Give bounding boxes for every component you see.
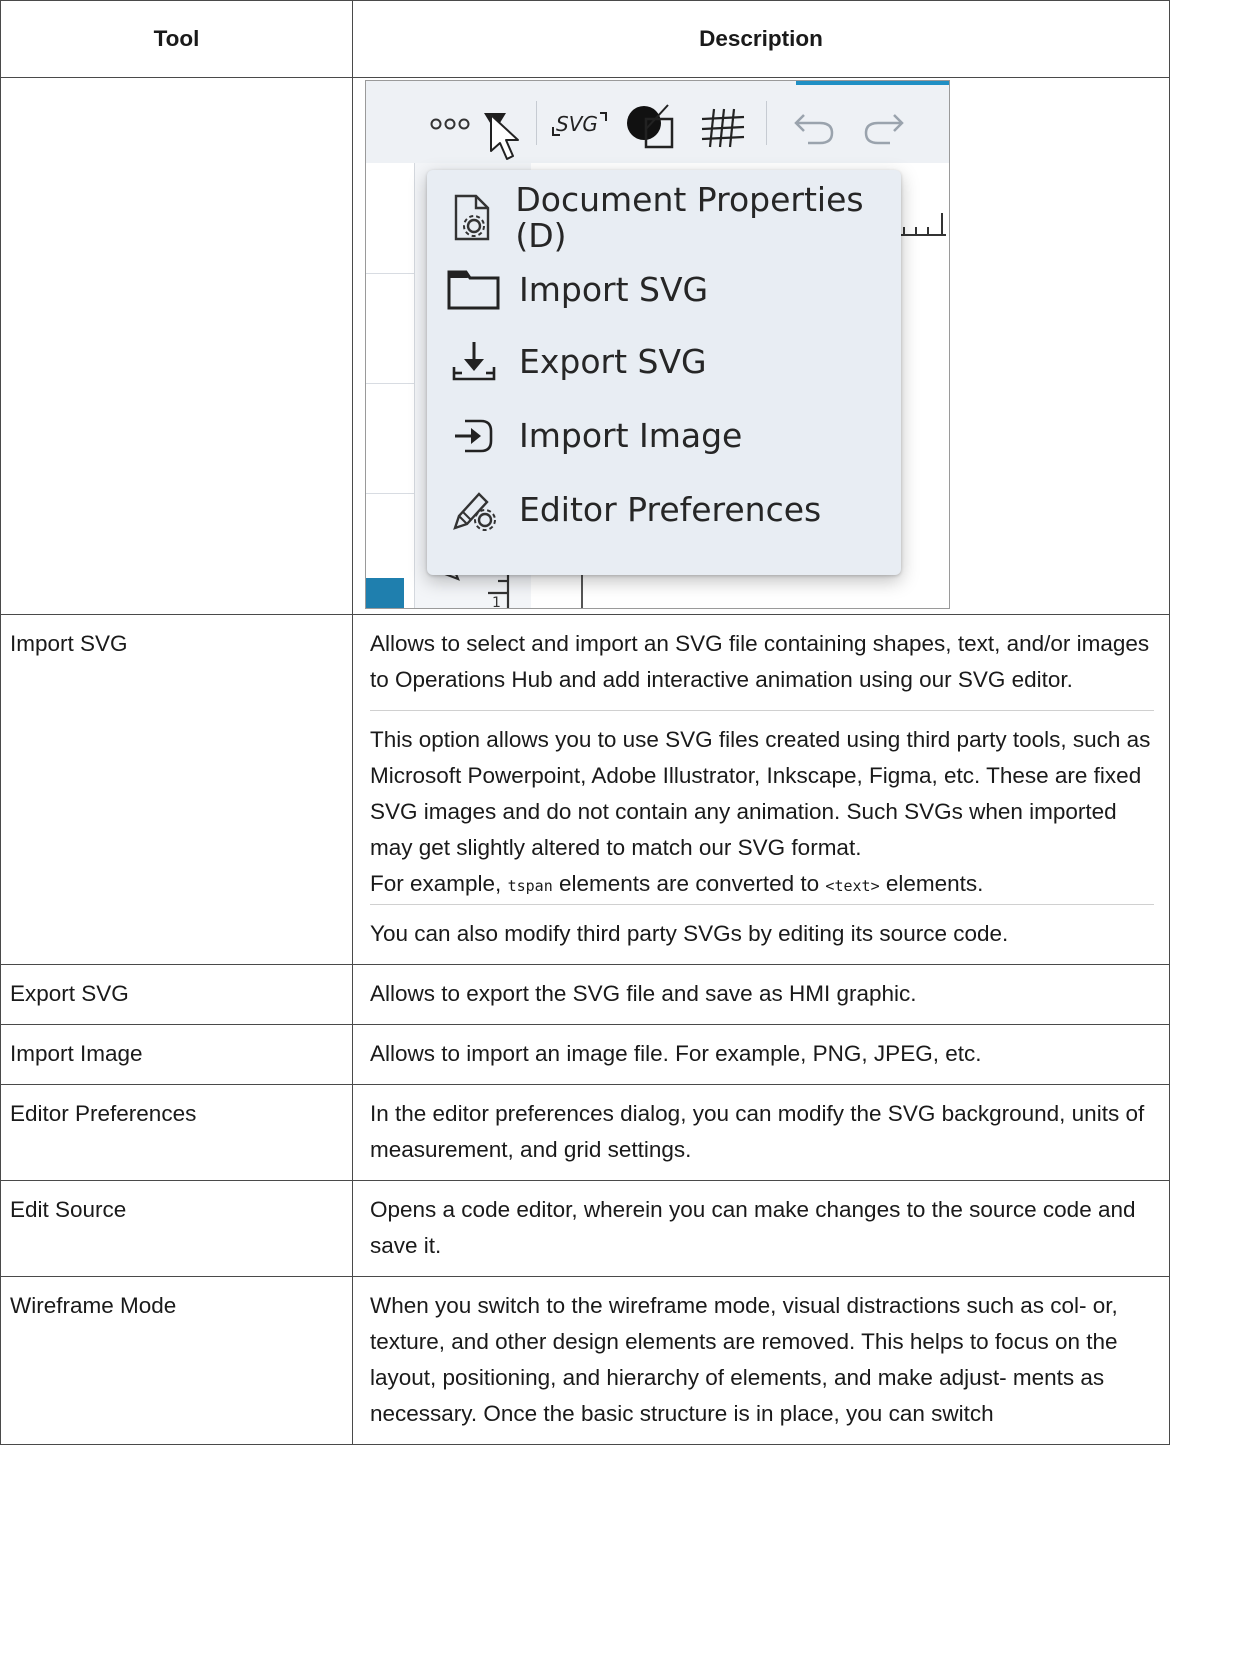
selected-panel-indicator bbox=[366, 578, 404, 608]
tool-name: Export SVG bbox=[0, 964, 353, 1025]
svg-source-icon[interactable]: SVG bbox=[550, 105, 610, 161]
toolbar-separator bbox=[766, 101, 767, 145]
more-options-icon[interactable] bbox=[428, 101, 476, 167]
toolbar-separator bbox=[536, 101, 537, 145]
tool-name: Import Image bbox=[0, 1024, 353, 1085]
header-tool: Tool bbox=[0, 0, 353, 78]
menu-item-label: Export SVG bbox=[519, 342, 707, 381]
menu-item-import-image[interactable]: Import Image bbox=[443, 404, 742, 468]
table-row: Export SVG Allows to export the SVG file… bbox=[0, 964, 1170, 1025]
undo-icon[interactable] bbox=[790, 105, 838, 165]
fill-stroke-icon[interactable] bbox=[622, 99, 682, 171]
table-row: Edit Source Opens a code editor, wherein… bbox=[0, 1180, 1170, 1277]
svg-text:1: 1 bbox=[492, 595, 501, 609]
menu-item-label: Document Properties (D) bbox=[515, 180, 864, 255]
description-paragraph: This option allows you to use SVG files … bbox=[370, 710, 1154, 904]
tool-cell-empty bbox=[0, 77, 353, 615]
table-row: Import Image Allows to import an image f… bbox=[0, 1024, 1170, 1085]
code-tspan: tspan bbox=[507, 877, 553, 895]
document-gear-icon bbox=[443, 194, 501, 242]
header-description: Description bbox=[352, 0, 1170, 78]
table-row: SVG 1 Document Properties (D) Import SVG… bbox=[0, 77, 1170, 615]
folder-icon bbox=[443, 266, 505, 314]
grid-icon[interactable] bbox=[698, 99, 752, 171]
tool-description: When you switch to the wireframe mode, v… bbox=[352, 1276, 1170, 1445]
code-text: <text> bbox=[825, 877, 880, 895]
ruler-icon bbox=[894, 209, 948, 250]
pen-gear-icon bbox=[443, 486, 505, 534]
description-paragraph: Allows to select and import an SVG file … bbox=[370, 631, 1150, 692]
tool-name: Import SVG bbox=[0, 614, 353, 965]
menu-item-document-properties[interactable]: Document Properties (D) bbox=[443, 182, 901, 254]
table-row: Import SVG Allows to select and import a… bbox=[0, 614, 1170, 965]
menu-item-export-svg[interactable]: Export SVG bbox=[443, 330, 707, 394]
tool-description: Allows to import an image file. For exam… bbox=[352, 1024, 1170, 1085]
redo-icon[interactable] bbox=[860, 105, 908, 165]
tool-name: Wireframe Mode bbox=[0, 1276, 353, 1445]
screenshot-cell: SVG 1 Document Properties (D) Import SVG… bbox=[352, 77, 1170, 615]
toolbar-accent-line bbox=[796, 81, 949, 85]
svg-text:SVG: SVG bbox=[556, 112, 598, 136]
description-paragraph: You can also modify third party SVGs by … bbox=[370, 904, 1154, 952]
tool-description: Opens a code editor, wherein you can mak… bbox=[352, 1180, 1170, 1277]
menu-item-label: Import Image bbox=[519, 416, 743, 455]
menu-item-editor-preferences[interactable]: Editor Preferences bbox=[443, 478, 821, 542]
tool-name: Editor Preferences bbox=[0, 1084, 353, 1181]
tool-description: In the editor preferences dialog, you ca… bbox=[352, 1084, 1170, 1181]
tool-description: Allows to select and import an SVG file … bbox=[352, 614, 1170, 965]
left-panel bbox=[366, 163, 415, 608]
import-arrow-icon bbox=[443, 412, 505, 460]
toolbar-menu-screenshot: SVG 1 Document Properties (D) Import SVG… bbox=[365, 80, 950, 609]
menu-item-label: Import SVG bbox=[519, 270, 709, 309]
table-row: Editor Preferences In the editor prefere… bbox=[0, 1084, 1170, 1181]
more-options-menu: Document Properties (D) Import SVG Expor… bbox=[427, 170, 901, 575]
menu-item-label: Editor Preferences bbox=[519, 490, 822, 529]
tool-name: Edit Source bbox=[0, 1180, 353, 1277]
table-header-row: Tool Description bbox=[0, 0, 1170, 78]
menu-item-import-svg[interactable]: Import SVG bbox=[443, 258, 708, 322]
table-row: Wireframe Mode When you switch to the wi… bbox=[0, 1276, 1170, 1445]
tools-table: Tool Description SVG 1 Document Properti… bbox=[0, 0, 1170, 1445]
tool-description: Allows to export the SVG file and save a… bbox=[352, 964, 1170, 1025]
export-download-icon bbox=[443, 338, 505, 386]
